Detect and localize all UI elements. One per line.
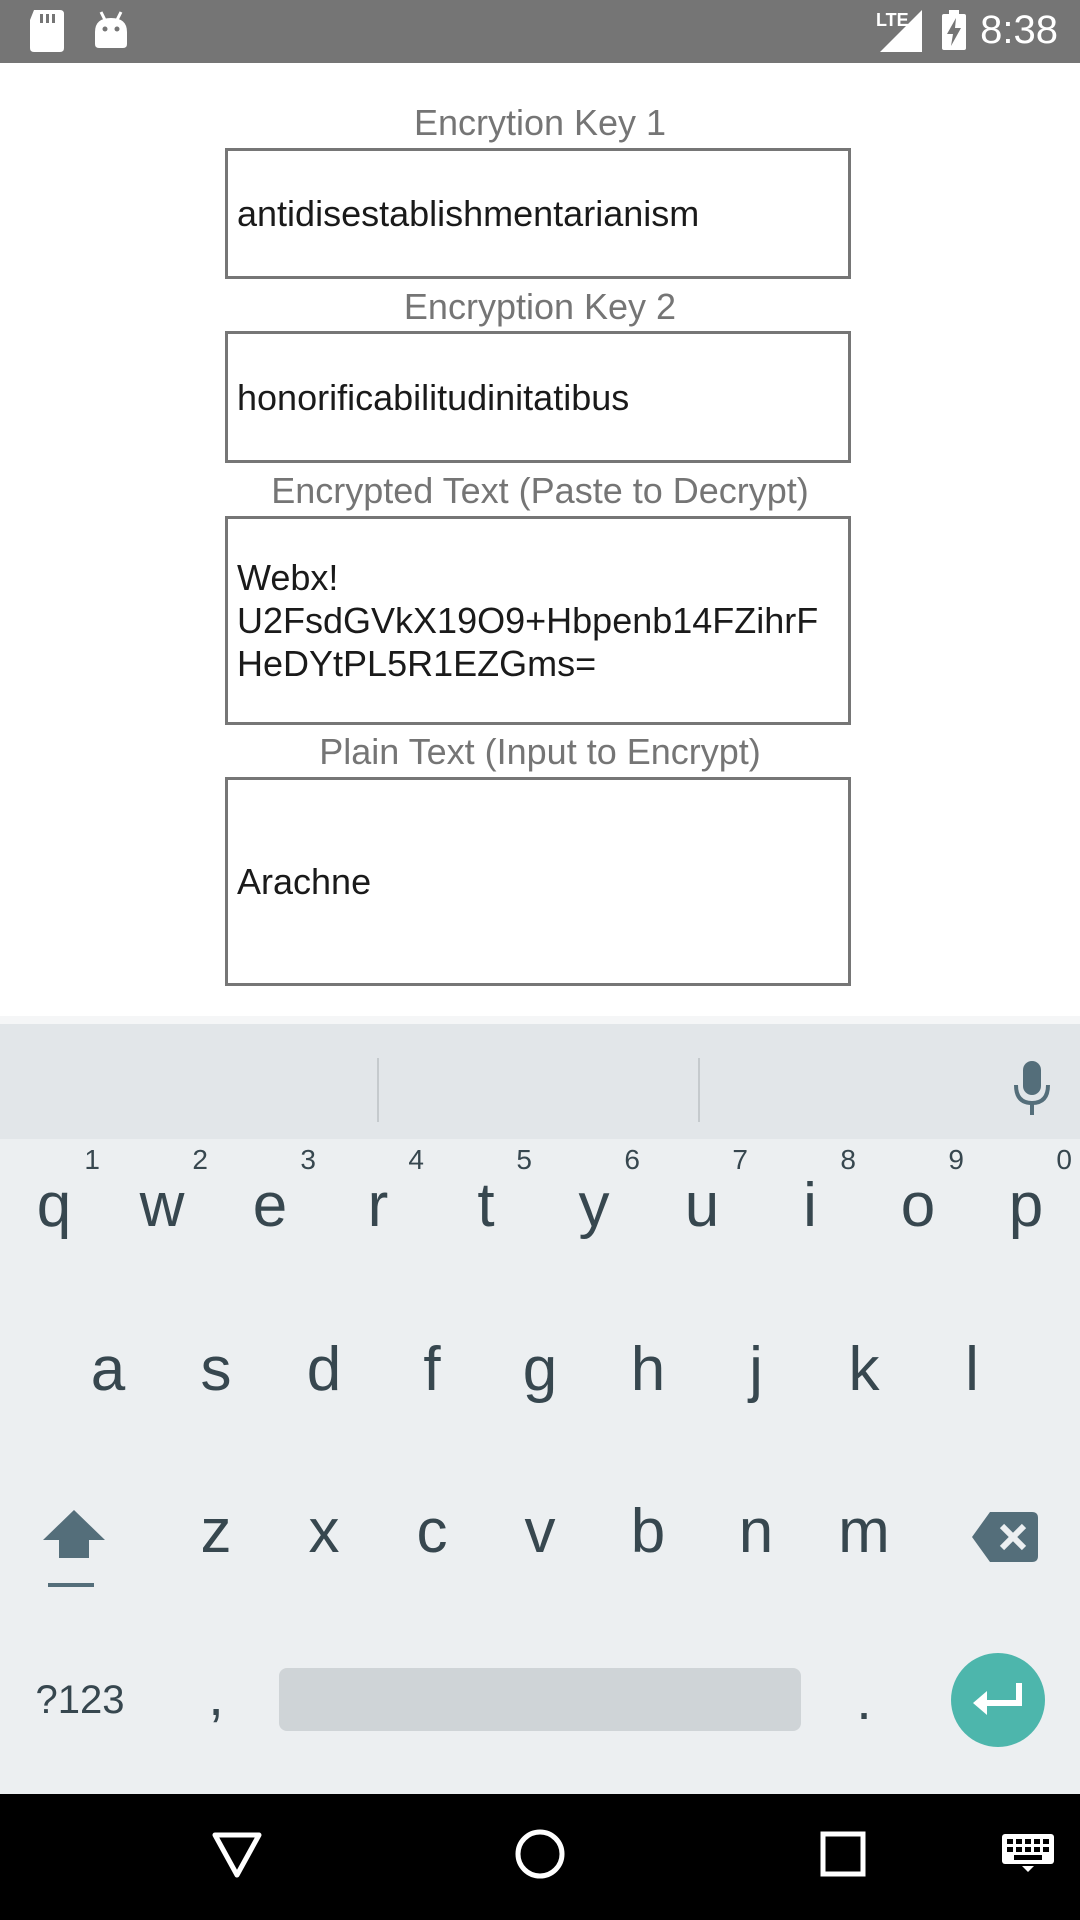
key-label: u xyxy=(684,1171,720,1240)
clock: 8:38 xyxy=(980,8,1058,52)
key-u[interactable]: 7 u xyxy=(648,1140,756,1280)
key-o[interactable]: 9 o xyxy=(864,1140,972,1280)
key-label: j xyxy=(749,1335,763,1404)
encrypted-text-label: Encrypted Text (Paste to Decrypt) xyxy=(271,470,809,511)
key-label: e xyxy=(252,1171,288,1240)
key-q[interactable]: 1 q xyxy=(0,1140,108,1280)
navigation-bar xyxy=(0,1794,1080,1920)
key-label: h xyxy=(630,1335,666,1404)
key-label: d xyxy=(306,1335,342,1404)
comma-key[interactable]: , xyxy=(162,1650,270,1750)
key-label: c xyxy=(416,1497,448,1566)
key-label: y xyxy=(578,1171,610,1240)
recents-icon[interactable] xyxy=(820,1831,866,1877)
key-label: r xyxy=(367,1171,389,1240)
key2-label: Encryption Key 2 xyxy=(403,286,677,327)
key-n[interactable]: n xyxy=(702,1466,810,1606)
suggestion-strip xyxy=(0,1024,1080,1139)
key-p[interactable]: 0 p xyxy=(972,1140,1080,1280)
battery-charging-icon xyxy=(942,10,966,50)
home-icon[interactable] xyxy=(514,1828,566,1880)
android-icon xyxy=(95,11,127,48)
suggestion-divider xyxy=(377,1058,379,1122)
key2-input[interactable]: honorificabilitudinitatibus xyxy=(225,331,851,463)
key-g[interactable]: g xyxy=(486,1304,594,1444)
key-s[interactable]: s xyxy=(162,1304,270,1444)
key-label: g xyxy=(522,1335,558,1404)
space-bar[interactable] xyxy=(279,1668,801,1731)
plain-text-input[interactable]: Arachne xyxy=(225,777,851,986)
key-label: x xyxy=(308,1497,340,1566)
key-b[interactable]: b xyxy=(594,1466,702,1606)
key-k[interactable]: k xyxy=(810,1304,918,1444)
key-t[interactable]: 5 t xyxy=(432,1140,540,1280)
backspace-key[interactable] xyxy=(952,1476,1060,1616)
key-label: s xyxy=(200,1335,232,1404)
key-label: t xyxy=(477,1171,495,1240)
key-y[interactable]: 6 y xyxy=(540,1140,648,1280)
plain-text-label: Plain Text (Input to Encrypt) xyxy=(319,731,761,772)
key-label: z xyxy=(200,1497,232,1566)
keyboard-switch-icon[interactable] xyxy=(1002,1834,1054,1872)
back-icon[interactable] xyxy=(212,1832,262,1878)
key-label: p xyxy=(1008,1171,1044,1240)
key-v[interactable]: v xyxy=(486,1466,594,1606)
key-label: w xyxy=(139,1171,185,1240)
key1-input[interactable]: antidisestablishmentarianism xyxy=(225,148,851,279)
shift-icon xyxy=(43,1510,105,1587)
key-d[interactable]: d xyxy=(270,1304,378,1444)
key-l[interactable]: l xyxy=(918,1304,1026,1444)
enter-icon xyxy=(973,1683,1022,1715)
key-r[interactable]: 4 r xyxy=(324,1140,432,1280)
key-label: n xyxy=(738,1497,774,1566)
key-label: a xyxy=(90,1335,126,1404)
encrypted-text-input[interactable]: Webx! U2FsdGVkX19O9+Hbpenb14FZihrFHeDYtP… xyxy=(225,516,851,725)
key-w[interactable]: 2 w xyxy=(108,1140,216,1280)
key-h[interactable]: h xyxy=(594,1304,702,1444)
enter-key[interactable] xyxy=(951,1653,1045,1747)
key-x[interactable]: x xyxy=(270,1466,378,1606)
symbols-key[interactable]: ?123 xyxy=(20,1650,140,1750)
key-label: l xyxy=(965,1335,979,1404)
backspace-icon xyxy=(972,1512,1038,1562)
key-m[interactable]: m xyxy=(810,1466,918,1606)
status-bar: LTE 8:38 xyxy=(0,0,1080,63)
key-label: k xyxy=(848,1335,880,1404)
key-a[interactable]: a xyxy=(54,1304,162,1444)
key-f[interactable]: f xyxy=(378,1304,486,1444)
key-label: i xyxy=(803,1171,817,1240)
key-z[interactable]: z xyxy=(162,1466,270,1606)
suggestion-divider xyxy=(698,1058,700,1122)
key1-label: Encrytion Key 1 xyxy=(413,102,667,143)
sd-card-icon xyxy=(30,10,64,52)
shift-key[interactable] xyxy=(20,1476,128,1616)
lte-signal-icon xyxy=(880,10,922,52)
key-e[interactable]: 3 e xyxy=(216,1140,324,1280)
key-j[interactable]: j xyxy=(702,1304,810,1444)
period-key[interactable]: . xyxy=(810,1650,918,1750)
key-label: m xyxy=(838,1497,890,1566)
key-label: v xyxy=(524,1497,556,1566)
mic-icon[interactable] xyxy=(1012,1061,1052,1117)
key-label: q xyxy=(36,1171,72,1240)
key-i[interactable]: 8 i xyxy=(756,1140,864,1280)
key-label: f xyxy=(423,1335,441,1404)
keyboard-top-edge xyxy=(0,1016,1080,1024)
key-c[interactable]: c xyxy=(378,1466,486,1606)
key-label: b xyxy=(630,1497,666,1566)
key-label: o xyxy=(900,1171,936,1240)
